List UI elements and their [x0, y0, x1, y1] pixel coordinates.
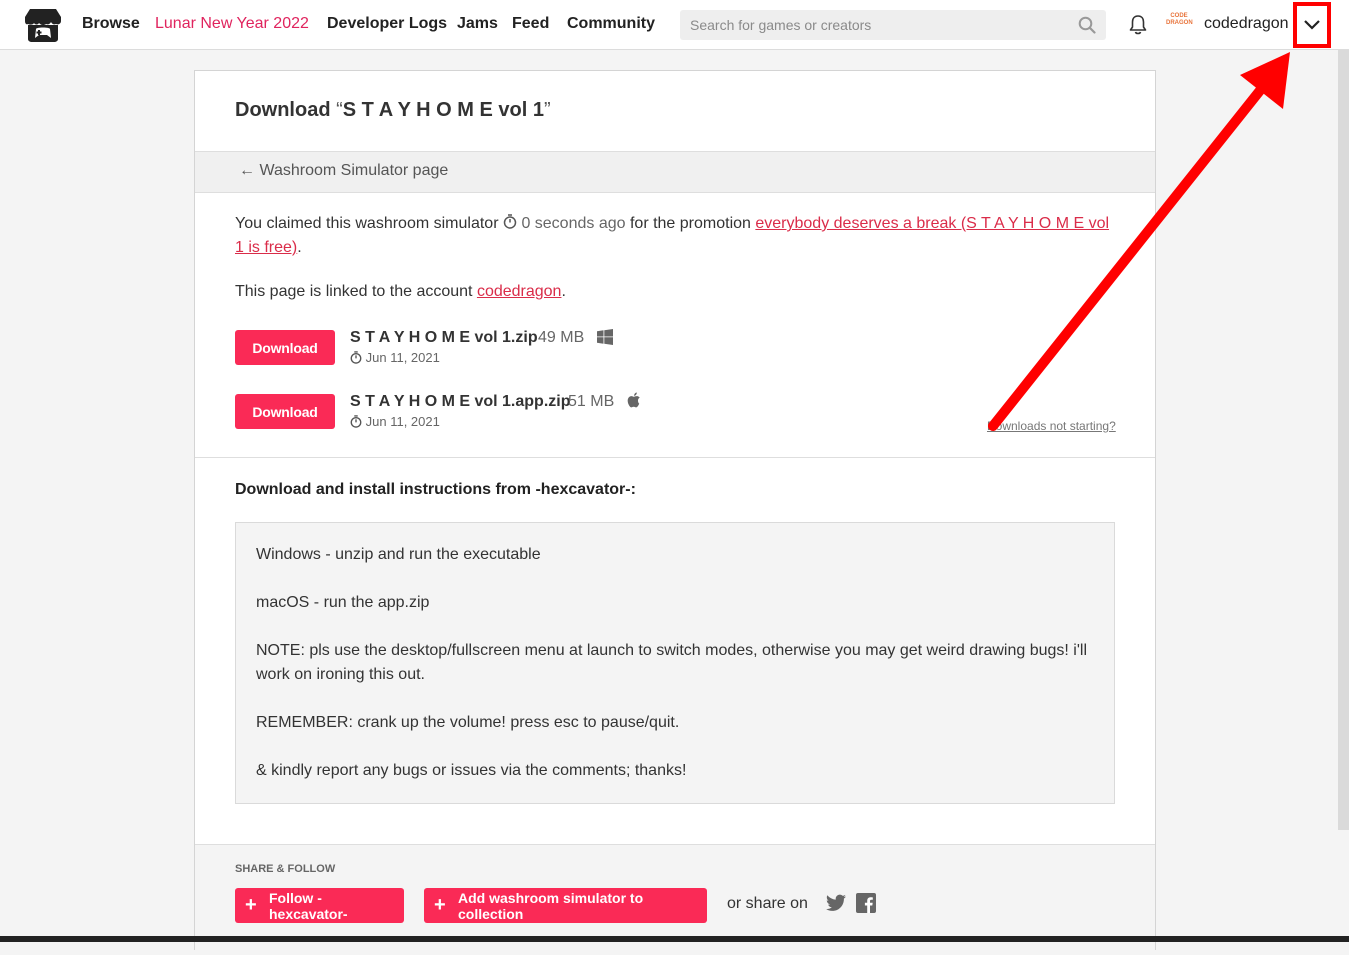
add-to-collection-label: Add washroom simulator to collection — [458, 889, 644, 922]
search-icon[interactable] — [1078, 16, 1096, 34]
nav-community[interactable]: Community — [567, 15, 655, 33]
file-date-mac: Jun 11, 2021 — [350, 414, 440, 429]
nav-jams[interactable]: Jams — [457, 15, 498, 33]
share-on-label: or share on — [727, 895, 808, 912]
divider — [195, 457, 1155, 458]
back-link-label: Washroom Simulator page — [259, 162, 449, 179]
nav-developer-logs[interactable]: Developer Logs — [327, 15, 447, 33]
file-size-windows: 49 MB — [538, 329, 585, 346]
stopwatch-icon — [350, 415, 362, 428]
claim-time: 0 seconds ago — [521, 215, 626, 232]
follow-button[interactable]: + Follow -hexcavator- — [235, 888, 404, 923]
claim-end: . — [297, 239, 302, 256]
plus-icon: + — [245, 894, 257, 916]
avatar-text: CODE DRAGON — [1166, 13, 1193, 26]
instructions-box: Windows - unzip and run the executable m… — [235, 522, 1115, 804]
claim-text: You claimed this washroom simulator — [235, 215, 499, 232]
apple-icon — [627, 392, 640, 408]
instruction-line: NOTE: pls use the desktop/fullscreen men… — [256, 642, 1088, 683]
chevron-down-icon — [1304, 20, 1320, 30]
top-header: Browse Lunar New Year 2022 Developer Log… — [0, 0, 1349, 50]
follow-button-label: Follow -hexcavator- — [269, 889, 348, 922]
search-input[interactable] — [680, 10, 1090, 40]
title-close-quote: ” — [543, 99, 551, 121]
scrollbar-track[interactable] — [1338, 830, 1349, 942]
nav-feed[interactable]: Feed — [512, 15, 549, 33]
stopwatch-icon — [503, 214, 517, 229]
downloads-not-starting-link[interactable]: Downloads not starting? — [987, 419, 1116, 433]
search-box — [680, 10, 1106, 40]
file-size-mac: 51 MB — [568, 393, 615, 410]
back-to-game-link[interactable]: ← Washroom Simulator page — [239, 162, 448, 180]
back-bar: ← Washroom Simulator page — [195, 151, 1155, 193]
nav-lunar-new-year[interactable]: Lunar New Year 2022 — [155, 15, 309, 33]
title-open-quote: “ — [336, 99, 343, 121]
scrollbar-thumb[interactable] — [1338, 50, 1349, 830]
stopwatch-icon — [350, 351, 362, 364]
file-name-windows: S T A Y H O M E vol 1.zip — [350, 329, 538, 346]
avatar[interactable]: CODE DRAGON — [1166, 13, 1193, 37]
bell-icon[interactable] — [1128, 14, 1148, 36]
add-to-collection-button[interactable]: + Add washroom simulator to collection — [424, 888, 707, 923]
download-card: Download “S T A Y H O M E vol 1” ← Washr… — [194, 70, 1156, 955]
title-prefix: Download — [235, 99, 331, 121]
file-date-text: Jun 11, 2021 — [365, 350, 440, 365]
title-game-name: S T A Y H O M E vol 1 — [342, 99, 544, 121]
plus-icon: + — [434, 894, 446, 916]
download-button-mac[interactable]: Download — [235, 394, 335, 429]
username[interactable]: codedragon — [1204, 15, 1289, 33]
instruction-line: & kindly report any bugs or issues via t… — [256, 762, 687, 779]
claim-text-promo: for the promotion — [629, 215, 751, 232]
linked-text: This page is linked to the account — [235, 283, 473, 300]
share-title: SHARE & FOLLOW — [235, 863, 336, 875]
instruction-line: macOS - run the app.zip — [256, 594, 430, 611]
file-name-mac: S T A Y H O M E vol 1.app.zip — [350, 393, 571, 410]
page-title: Download “S T A Y H O M E vol 1” — [235, 99, 551, 122]
user-menu-dropdown-button[interactable] — [1293, 2, 1331, 48]
twitter-icon[interactable] — [825, 892, 847, 914]
itch-logo-icon[interactable] — [24, 7, 62, 43]
linked-account-link[interactable]: codedragon — [477, 283, 562, 300]
download-button-windows[interactable]: Download — [235, 330, 335, 365]
facebook-icon[interactable] — [855, 892, 877, 914]
claim-message: You claimed this washroom simulator 0 se… — [235, 212, 1115, 260]
linked-account-message: This page is linked to the account coded… — [235, 280, 566, 304]
instructions-heading: Download and install instructions from -… — [235, 481, 636, 498]
taskbar-strip — [0, 936, 1349, 942]
instruction-line: Windows - unzip and run the executable — [256, 546, 541, 563]
instruction-line: REMEMBER: crank up the volume! press esc… — [256, 714, 680, 731]
windows-icon — [597, 329, 613, 345]
arrow-left-icon: ← — [239, 162, 255, 179]
nav-browse[interactable]: Browse — [82, 15, 140, 33]
file-date-windows: Jun 11, 2021 — [350, 350, 440, 365]
file-date-text: Jun 11, 2021 — [365, 414, 440, 429]
linked-end: . — [561, 283, 566, 300]
